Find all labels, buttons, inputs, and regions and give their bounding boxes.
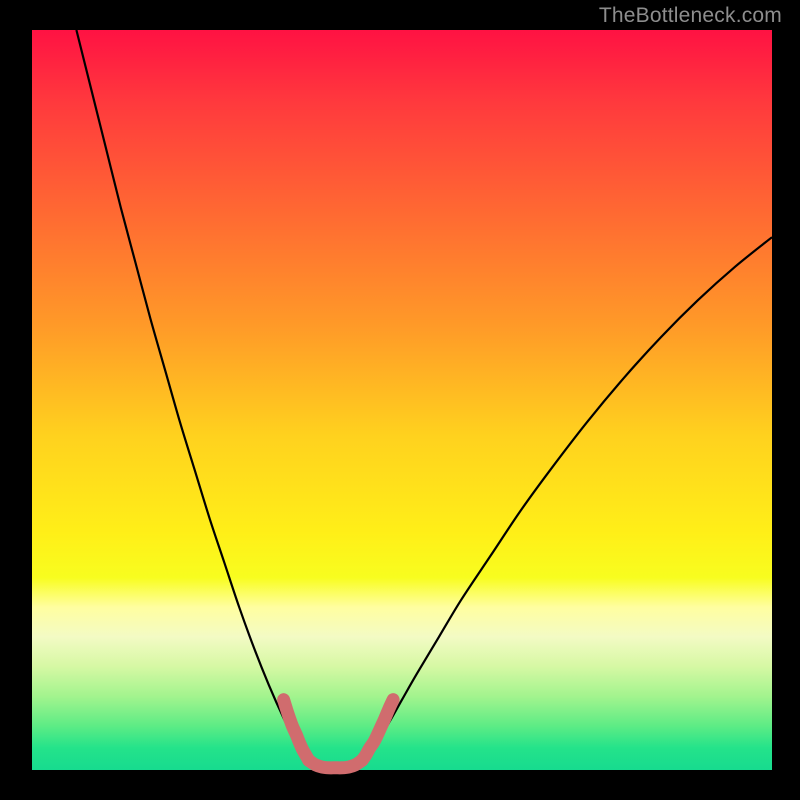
basin	[309, 760, 362, 767]
chart-frame: TheBottleneck.com	[0, 0, 800, 800]
watermark-text: TheBottleneck.com	[599, 4, 782, 28]
bottleneck-chart	[0, 0, 800, 800]
chart-background	[32, 30, 772, 770]
